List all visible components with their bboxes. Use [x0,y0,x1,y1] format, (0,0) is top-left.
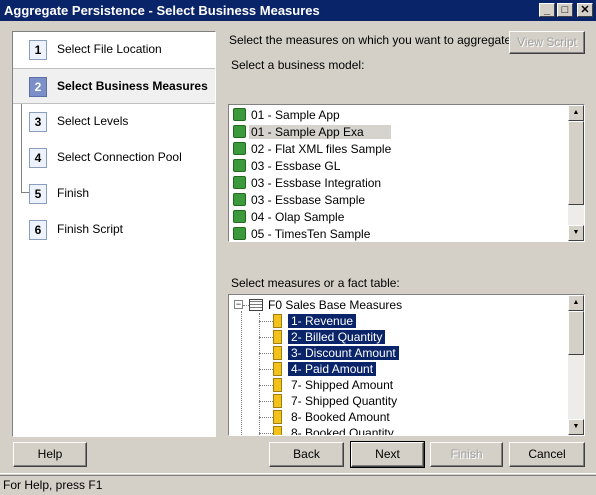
business-model-icon [233,142,246,155]
scroll-down-icon[interactable]: ▼ [568,419,584,435]
measures-tree[interactable]: − F0 Sales Base Measures 1- Revenue 2- B… [228,294,585,436]
back-button[interactable]: Back [269,442,344,467]
fact-table-icon [249,299,263,311]
wizard-step-6[interactable]: 6 Finish Script [13,212,215,248]
separator [0,473,596,474]
vertical-scrollbar[interactable]: ▲ ▼ [568,105,584,241]
wizard-step-1[interactable]: 1 Select File Location [13,32,215,68]
tree-item[interactable]: 2- Billed Quantity [273,329,386,345]
cancel-button[interactable]: Cancel [509,442,585,467]
tree-item[interactable]: 1- Revenue [273,313,357,329]
scroll-thumb[interactable] [568,311,584,355]
list-item[interactable]: 03 - Essbase GL [233,158,342,175]
step-label: Select Levels [57,114,129,128]
scroll-up-icon[interactable]: ▲ [568,105,584,121]
tree-line [259,385,273,386]
tree-item[interactable]: 8- Booked Amount [273,409,393,425]
measure-icon [273,426,282,435]
list-item[interactable]: 03 - Essbase Sample [233,192,367,209]
step-label: Select Connection Pool [57,150,182,164]
vertical-scrollbar[interactable]: ▲ ▼ [568,295,584,435]
wizard-step-2[interactable]: 2 Select Business Measures [13,68,215,104]
measure-icon [273,330,282,344]
tree-line [259,433,273,434]
wizard-step-5[interactable]: 5 Finish [13,176,215,212]
status-bar: For Help, press F1 [0,475,596,495]
step-number: 1 [29,40,47,60]
measure-icon [273,394,282,408]
measures-label: Select measures or a fact table: [231,276,400,290]
help-button[interactable]: Help [13,442,87,467]
tree-line [259,417,273,418]
measure-icon [273,314,282,328]
step-number: 6 [29,220,47,240]
minimize-icon[interactable]: _ [539,3,555,17]
scroll-down-icon[interactable]: ▼ [568,225,584,241]
measure-icon [273,346,282,360]
step-number: 4 [29,148,47,168]
business-model-icon [233,159,246,172]
tree-line [259,337,273,338]
tree-line [259,353,273,354]
next-button[interactable]: Next [350,441,425,468]
scroll-thumb[interactable] [568,121,584,205]
scroll-up-icon[interactable]: ▲ [568,295,584,311]
tree-line [241,311,242,435]
business-model-icon [233,193,246,206]
measure-icon [273,410,282,424]
wizard-steps-panel: 1 Select File Location 2 Select Business… [12,31,216,437]
fact-table-node[interactable]: F0 Sales Base Measures [249,297,402,313]
step-label: Finish Script [57,222,124,236]
tree-line [259,321,273,322]
tree-line [259,369,273,370]
list-item[interactable]: 02 - Flat XML files Sample [233,141,393,158]
list-item[interactable]: 04 - Olap Sample [233,209,346,226]
list-item[interactable]: 05 - TimesTen Sample [233,226,372,241]
business-model-label: Select a business model: [231,58,365,72]
step-label: Select File Location [57,42,162,56]
business-model-icon [233,176,246,189]
business-model-list[interactable]: 01 - Sample App 01 - Sample App Exa 02 -… [228,104,585,242]
step-number: 3 [29,112,47,132]
list-item[interactable]: 03 - Essbase Integration [233,175,383,192]
list-item[interactable]: 01 - Sample App [233,107,342,124]
finish-button[interactable]: Finish [430,442,503,467]
close-icon[interactable]: ✕ [577,3,593,17]
business-model-icon [233,125,246,138]
maximize-icon[interactable]: □ [557,3,573,17]
tree-item[interactable]: 7- Shipped Quantity [273,393,400,409]
window-title: Aggregate Persistence - Select Business … [4,3,320,18]
step-label: Select Business Measures [57,79,208,93]
business-model-icon [233,227,246,240]
instruction-text: Select the measures on which you want to… [229,33,515,47]
view-script-button[interactable]: View Script [509,31,585,54]
list-item[interactable]: 01 - Sample App Exa [233,124,391,141]
step-number: 2 [29,77,47,97]
tree-item[interactable]: 3- Discount Amount [273,345,399,361]
window-title-bar[interactable]: Aggregate Persistence - Select Business … [0,0,596,21]
business-model-icon [233,108,246,121]
step-number: 5 [29,184,47,204]
collapse-icon[interactable]: − [234,300,243,309]
wizard-step-3[interactable]: 3 Select Levels [13,104,215,140]
tree-item[interactable]: 8- Booked Quantity [273,425,397,435]
measure-icon [273,378,282,392]
step-label: Finish [57,186,90,200]
tree-item[interactable]: 7- Shipped Amount [273,377,396,393]
wizard-step-4[interactable]: 4 Select Connection Pool [13,140,215,176]
business-model-icon [233,210,246,223]
tree-line [259,401,273,402]
measure-icon [273,362,282,376]
tree-item[interactable]: 4- Paid Amount [273,361,378,377]
